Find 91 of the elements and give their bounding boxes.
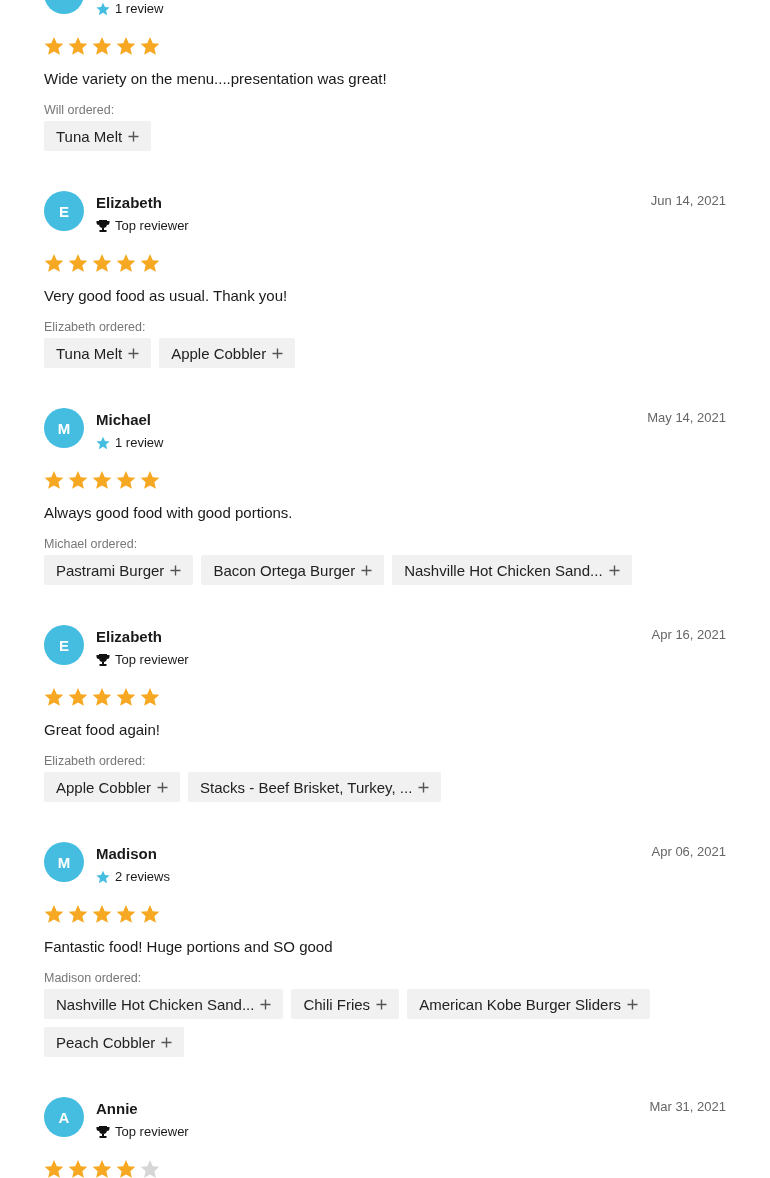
plus-icon [128,347,140,359]
star-icon [140,36,160,56]
badge-label: 2 reviews [115,869,170,884]
review-date: Mar 31, 2021 [649,1098,726,1114]
review-text: Very good food as usual. Thank you! [44,287,289,304]
avatar: M [44,408,84,448]
review-date: Apr 16, 2021 [651,626,726,642]
ordered-label: Elizabeth ordered: [44,320,147,334]
ordered-item-chip[interactable]: Tuna Melt [44,121,152,151]
plus-icon [608,564,620,576]
badge-label: Top reviewer [115,1124,189,1139]
star-icon [140,904,160,924]
ordered-item-chip[interactable]: Apple Cobbler [44,772,181,802]
ordered-item-chip[interactable]: Peach Cobbler [44,1027,185,1057]
reviewer-name: Elizabeth [96,194,163,211]
star-icon [68,687,88,707]
star-icon [92,470,112,490]
ordered-item-chip[interactable]: Stacks - Beef Brisket, Turkey, ... [188,772,442,802]
reviewer-name: Annie [96,1100,139,1117]
star-icon [140,1159,160,1178]
review-date: May 14, 2021 [647,409,726,425]
star-icon [92,904,112,924]
star-icon [92,36,112,56]
star-icon [92,253,112,273]
plus-icon [260,998,272,1010]
trophy-icon [96,652,110,667]
star-icon [92,687,112,707]
star-icon [116,904,136,924]
ordered-item-chip[interactable]: Bacon Ortega Burger [201,555,385,585]
review-date: Jun 14, 2021 [650,192,726,208]
star-icon [44,1159,64,1178]
star-icon [96,435,110,450]
avatar: E [44,191,84,231]
trophy-icon [96,1124,110,1139]
avatar: E [44,625,84,665]
star-icon [116,36,136,56]
star-icon [96,1,110,16]
ordered-label: Michael ordered: [44,537,139,551]
star-icon [68,253,88,273]
plus-icon [170,564,182,576]
star-icon [116,1159,136,1178]
ordered-item-chip[interactable]: Chili Fries [291,989,400,1019]
plus-icon [418,781,430,793]
plus-icon [161,1036,173,1048]
star-icon [92,1159,112,1178]
star-icon [140,253,160,273]
plus-icon [361,564,373,576]
avatar: M [44,842,84,882]
star-icon [44,253,64,273]
badge-label: Top reviewer [115,652,189,667]
review-date: Apr 06, 2021 [651,843,726,859]
review-text: Great food again! [44,721,161,738]
avatar: A [44,1097,84,1137]
star-icon [68,904,88,924]
ordered-item-chip[interactable]: American Kobe Burger Sliders [407,989,650,1019]
ordered-item-chip[interactable]: Tuna Melt [44,338,152,368]
ordered-label: Elizabeth ordered: [44,754,147,768]
ordered-item-chip[interactable]: Nashville Hot Chicken Sand... [392,555,632,585]
plus-icon [376,998,388,1010]
star-icon [44,470,64,490]
review-text: Wide variety on the menu....presentation was great! [44,70,388,87]
badge-label: 1 review [115,1,164,16]
ordered-label: Will ordered: [44,103,116,117]
ordered-item-chip[interactable]: Pastrami Burger [44,555,194,585]
star-icon [96,869,110,884]
star-icon [116,470,136,490]
star-icon [68,1159,88,1178]
ordered-label: Madison ordered: [44,971,143,985]
reviewer-name: Madison [96,845,158,862]
plus-icon [157,781,169,793]
star-icon [44,687,64,707]
plus-icon [626,998,638,1010]
ordered-item-chip[interactable]: Apple Cobbler [159,338,296,368]
review-text: Always good food with good portions. [44,504,294,521]
star-icon [68,36,88,56]
reviewer-name: Elizabeth [96,628,163,645]
star-icon [140,687,160,707]
badge-label: 1 review [115,435,164,450]
plus-icon [128,130,140,142]
star-icon [68,470,88,490]
review-text: Fantastic food! Huge portions and SO good [44,938,334,955]
star-icon [44,36,64,56]
badge-label: Top reviewer [115,218,189,233]
star-icon [116,687,136,707]
star-icon [140,470,160,490]
trophy-icon [96,218,110,233]
star-icon [116,253,136,273]
plus-icon [272,347,284,359]
star-icon [44,904,64,924]
reviewer-name: Michael [96,411,153,428]
ordered-item-chip[interactable]: Nashville Hot Chicken Sand... [44,989,284,1019]
